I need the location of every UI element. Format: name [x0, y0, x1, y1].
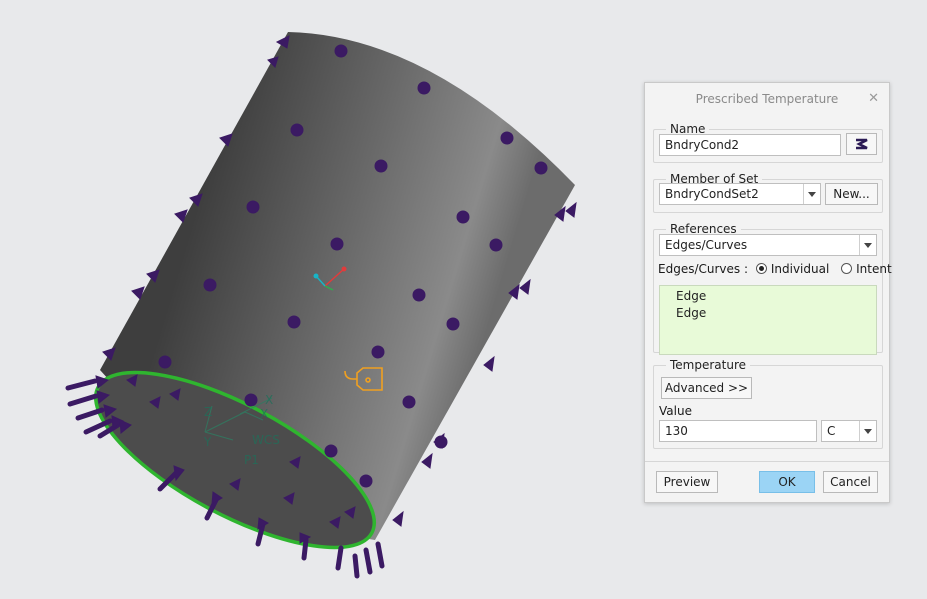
ok-button[interactable]: OK: [759, 471, 815, 493]
temperature-unit-value: C: [827, 424, 836, 438]
references-group: References Edges/Curves Edges/Curves : I…: [653, 221, 892, 355]
mode-individual-label: Individual: [770, 262, 830, 276]
cancel-button[interactable]: Cancel: [823, 471, 878, 493]
csys-y-label: Y: [203, 435, 212, 449]
csys-name-label: WCS: [252, 433, 280, 447]
radio-unchecked-icon[interactable]: [841, 263, 853, 274]
advanced-button[interactable]: Advanced >>: [661, 377, 752, 399]
preview-button[interactable]: Preview: [656, 471, 718, 493]
csys-x-label: X: [265, 393, 273, 407]
member-of-set-group: Member of Set BndryCondSet2 New...: [653, 171, 883, 213]
new-set-button[interactable]: New...: [825, 183, 878, 205]
chevron-down-icon[interactable]: [803, 184, 820, 204]
mode-individual-radio[interactable]: Individual: [755, 262, 833, 276]
chevron-down-icon[interactable]: [859, 421, 876, 441]
cylinder-model[interactable]: [72, 32, 575, 581]
references-type-select[interactable]: Edges/Curves: [659, 234, 877, 256]
point-label: P1: [244, 453, 259, 467]
member-of-set-select[interactable]: BndryCondSet2: [659, 183, 821, 205]
temperature-unit-select[interactable]: C: [821, 420, 877, 442]
dialog-divider: [645, 461, 889, 462]
mode-intent-radio[interactable]: Intent: [841, 262, 892, 276]
list-item[interactable]: Edge: [676, 288, 876, 305]
close-icon[interactable]: ✕: [868, 83, 879, 115]
model-viewport[interactable]: X X Z Y WCS P1: [0, 0, 640, 599]
name-input[interactable]: BndryCond2: [659, 134, 841, 156]
list-item[interactable]: Edge: [676, 305, 876, 322]
member-of-set-value: BndryCondSet2: [665, 187, 759, 201]
references-list[interactable]: Edge Edge: [659, 285, 877, 355]
temperature-label: Temperature: [666, 357, 751, 373]
references-type-value: Edges/Curves: [665, 238, 748, 252]
value-label: Value: [659, 404, 692, 418]
edges-mode-label: Edges/Curves :: [658, 262, 749, 276]
edges-mode-row: Edges/Curves : Individual Intent: [658, 261, 892, 277]
temperature-group: Temperature Advanced >> Value 130 C: [653, 357, 883, 449]
dialog-title: Prescribed Temperature: [695, 92, 839, 106]
name-color-button[interactable]: [846, 133, 877, 155]
name-group: Name BndryCond2: [653, 121, 883, 163]
chevron-down-icon[interactable]: [859, 235, 876, 255]
csys-x2-label: X: [260, 407, 268, 421]
prescribed-temperature-dialog: Prescribed Temperature ✕ Name BndryCond2…: [644, 82, 892, 503]
radio-checked-icon[interactable]: [755, 263, 767, 274]
temperature-value-input[interactable]: 130: [659, 420, 817, 442]
csys-z-label: Z: [204, 405, 212, 419]
color-swatch-icon: [855, 138, 868, 150]
mode-intent-label: Intent: [856, 262, 892, 276]
